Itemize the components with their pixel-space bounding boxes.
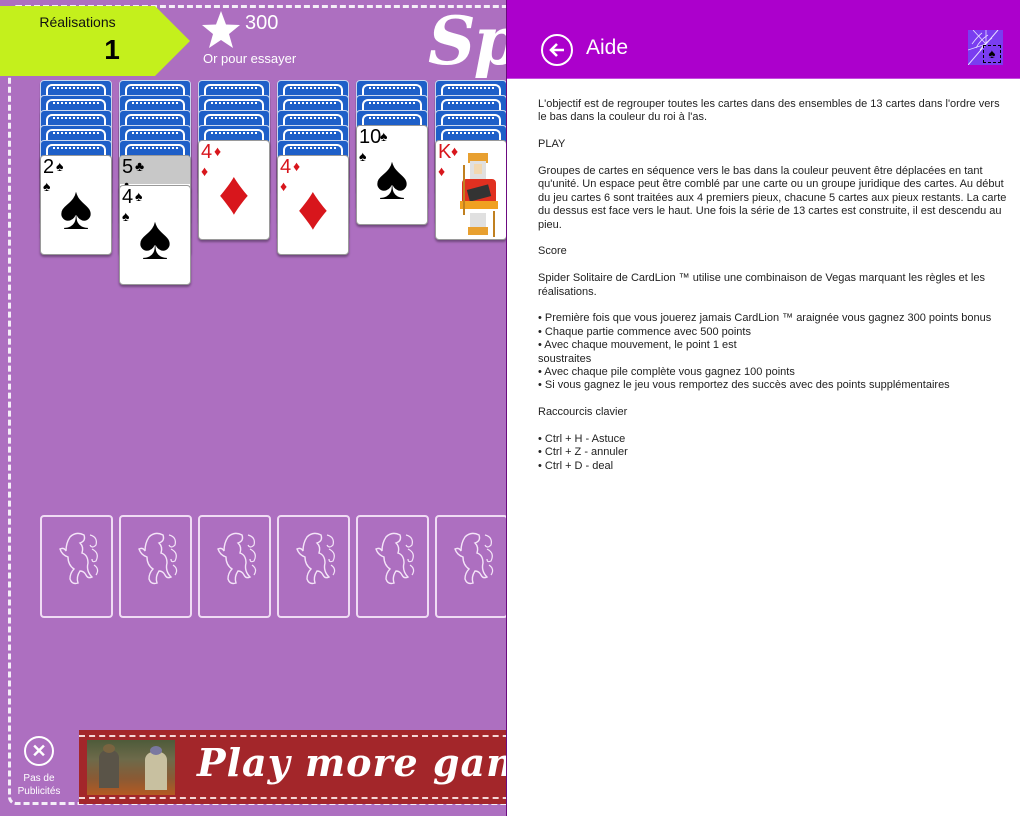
help-paragraph-play: Groupes de cartes en séquence vers le ba…: [538, 165, 1007, 231]
help-heading-shortcuts: Raccourcis clavier: [538, 406, 628, 419]
ad-painting-image: [87, 740, 175, 795]
foundation-slot: [198, 515, 271, 618]
card-4-♦[interactable]: 4 ♦ ♦ ♦: [198, 140, 270, 240]
shortcut-list: • Ctrl + H - Astuce • Ctrl + Z - annuler…: [538, 433, 1008, 473]
ad-banner-text: Play more games: [197, 740, 506, 785]
card-suit-icon: ♦: [214, 143, 222, 159]
card-suit-large-icon: ♦: [297, 174, 329, 243]
lion-emblem-icon: [217, 532, 257, 585]
score-bullet: • Si vous gagnez le jeu vous remportez d…: [538, 379, 950, 392]
help-header: Aide ♠: [507, 0, 1020, 79]
card-2-♠[interactable]: 2 ♠ ♠ ♠: [40, 155, 112, 255]
score-bullet: • Chaque partie commence avec 500 points: [538, 325, 751, 338]
no-ads-label-line2: Publicités: [17, 786, 61, 797]
help-heading-play: PLAY: [538, 138, 566, 151]
shortcut-item: • Ctrl + Z - annuler: [538, 446, 628, 459]
card-rank: 5: [122, 156, 134, 178]
no-ads-button[interactable]: ✕ Pas de Publicités: [14, 736, 64, 798]
card-suit-large-icon: ♦: [218, 159, 250, 228]
card-suit-icon: ♦: [293, 158, 301, 174]
help-heading-score: Score: [538, 245, 567, 258]
close-icon: ✕: [24, 736, 54, 766]
foundation-slot: [356, 515, 429, 618]
king-figure-icon: [460, 153, 498, 237]
lion-emblem-icon: [454, 532, 494, 585]
shortcut-item: • Ctrl + H - Astuce: [538, 433, 626, 446]
help-content: L'objectif est de regrouper toutes les c…: [538, 98, 1008, 487]
foundation-slot: [119, 515, 192, 618]
card-rank: K: [438, 141, 452, 163]
game-board: Réalisations 1 300 Or pour essayer Spide…: [0, 0, 506, 816]
lion-emblem-icon: [138, 532, 178, 585]
lion-emblem-icon: [296, 532, 336, 585]
no-ads-label-line1: Pas de: [23, 773, 55, 784]
card-4-♠[interactable]: 4 ♠ ♠ ♠: [119, 185, 191, 285]
card-10-♠[interactable]: 10 ♠ ♠ ♠: [356, 125, 428, 225]
card-suit-icon: ♠: [380, 128, 388, 144]
card-suit-icon: ♠: [56, 158, 64, 174]
score-bullets: • Première fois que vous jouerez jamais …: [538, 312, 1008, 392]
card-suit-icon: ♣: [135, 158, 145, 174]
score-bullet: • Avec chaque mouvement, le point 1 est: [538, 339, 737, 352]
lion-emblem-icon: [375, 532, 415, 585]
card-suit-large-icon: ♠: [138, 204, 172, 273]
foundation-slot: [277, 515, 350, 618]
card-suit-large-icon: ♠: [59, 174, 93, 243]
spade-icon: ♠: [983, 45, 1001, 63]
star-icon: [202, 11, 240, 48]
foundation-slot: [40, 515, 113, 618]
shortcut-item: • Ctrl + D - deal: [538, 459, 614, 472]
help-paragraph-score: Spider Solitaire de CardLion ™ utilise u…: [538, 272, 985, 298]
achievements-badge[interactable]: Réalisations 1: [0, 6, 190, 76]
achievements-label: Réalisations: [39, 14, 116, 30]
card-4-♦[interactable]: 4 ♦ ♦ ♦: [277, 155, 349, 255]
gold-label: Or pour essayer: [203, 51, 297, 66]
help-paragraph-objective: L'objectif est de regrouper toutes les c…: [538, 98, 1000, 124]
game-logo: Spider: [428, 2, 506, 80]
foundation-slot: [435, 515, 506, 618]
card-K-♦[interactable]: K ♦ ♦: [435, 140, 506, 240]
spider-solitaire-app-icon: ♠: [968, 30, 1003, 65]
help-panel: Aide ♠ L'objectif est de regrouper toute…: [506, 0, 1020, 816]
back-arrow-icon: [549, 43, 564, 57]
help-title: Aide: [586, 36, 629, 59]
score-bullet: • Première fois que vous jouerez jamais …: [538, 312, 992, 325]
card-suit-icon: ♦: [438, 163, 446, 179]
card-suit-icon: ♠: [135, 188, 143, 204]
score-bullet: soustraites: [538, 352, 592, 365]
score-bullet: • Avec chaque pile complète vous gagnez …: [538, 366, 795, 379]
back-button[interactable]: [541, 34, 573, 66]
ad-banner[interactable]: Play more games: [79, 730, 506, 804]
lion-emblem-icon: [59, 532, 99, 585]
card-suit-large-icon: ♠: [375, 144, 409, 213]
gold-value: 300: [245, 12, 279, 34]
